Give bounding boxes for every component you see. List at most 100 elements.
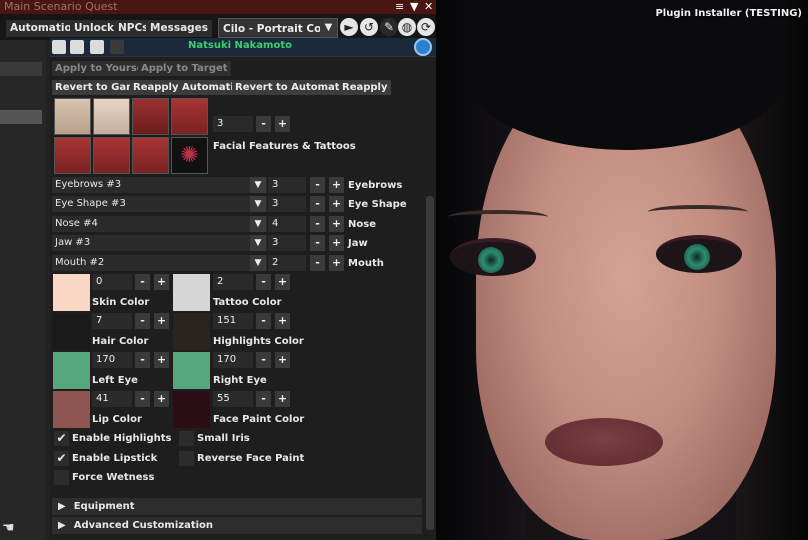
lip-color-swatch[interactable]	[53, 391, 90, 428]
jaw-plus[interactable]: +	[329, 235, 344, 251]
eye-shape-combo[interactable]: Eye Shape #3	[52, 196, 267, 212]
reverse-face-paint-checkbox[interactable]	[179, 451, 194, 466]
highlights-plus[interactable]: +	[275, 313, 290, 329]
eye-shape-plus[interactable]: +	[329, 196, 344, 212]
skin-minus[interactable]: -	[135, 274, 150, 290]
tattoo-color-value[interactable]: 2	[213, 274, 253, 290]
tattoo-thumb[interactable]: ✺	[171, 137, 208, 174]
collapse-icon[interactable]: ▼	[410, 0, 418, 13]
eye-shape-value[interactable]: 3	[268, 196, 306, 212]
sidebar-item[interactable]	[0, 62, 42, 76]
mouth-plus[interactable]: +	[329, 255, 344, 271]
face-thumb-3[interactable]	[132, 98, 169, 135]
scrollbar[interactable]	[426, 196, 434, 530]
brush-icon[interactable]: ✎	[380, 18, 398, 36]
mouth-combo[interactable]: Mouth #2	[52, 255, 267, 271]
eyebrows-value[interactable]: 3	[268, 177, 306, 193]
clipboard-icon[interactable]	[52, 40, 66, 54]
left-eye-minus[interactable]: -	[135, 352, 150, 368]
nose-value[interactable]: 4	[268, 216, 306, 232]
jaw-minus[interactable]: -	[310, 235, 325, 251]
hair-color-value[interactable]: 7	[92, 313, 132, 329]
eye-icon[interactable]	[414, 38, 432, 56]
jaw-combo[interactable]: Jaw #3	[52, 235, 267, 251]
copy-icon[interactable]	[70, 40, 84, 54]
highlights-color-swatch[interactable]	[173, 313, 210, 350]
lip-color-value[interactable]: 41	[92, 391, 132, 407]
close-icon[interactable]: ✕	[424, 0, 433, 13]
tattoo-plus[interactable]: +	[275, 274, 290, 290]
features-value[interactable]: 3	[213, 116, 253, 132]
mouth-value[interactable]: 2	[268, 255, 306, 271]
menu-icon[interactable]: ≡	[395, 0, 404, 13]
features-minus-button[interactable]: -	[256, 116, 271, 132]
skin-plus[interactable]: +	[154, 274, 169, 290]
enable-highlights-checkbox[interactable]: ✔	[54, 431, 69, 446]
tattoo-color-swatch[interactable]	[173, 274, 210, 311]
left-eye-value[interactable]: 170	[92, 352, 132, 368]
right-eye-plus[interactable]: +	[275, 352, 290, 368]
chevron-down-icon[interactable]: ▼	[250, 196, 266, 212]
chevron-down-icon[interactable]: ▼	[250, 235, 266, 251]
eyebrows-minus[interactable]: -	[310, 177, 325, 193]
mouth-minus[interactable]: -	[310, 255, 325, 271]
face-paint-plus[interactable]: +	[275, 391, 290, 407]
face-paint-swatch[interactable]	[173, 391, 210, 428]
save-icon[interactable]	[90, 40, 104, 54]
enable-lipstick-checkbox[interactable]: ✔	[54, 451, 69, 466]
nose-plus[interactable]: +	[329, 216, 344, 232]
highlights-color-value[interactable]: 151	[213, 313, 253, 329]
nose-minus[interactable]: -	[310, 216, 325, 232]
skin-color-value[interactable]: 0	[92, 274, 132, 290]
chevron-down-icon[interactable]: ▼	[250, 255, 266, 271]
feature-thumb-2[interactable]	[93, 137, 130, 174]
play-icon[interactable]: ►	[340, 18, 358, 36]
highlights-minus[interactable]: -	[256, 313, 271, 329]
eye-shape-minus[interactable]: -	[310, 196, 325, 212]
undo-icon[interactable]: ↺	[360, 18, 378, 36]
small-iris-checkbox[interactable]	[179, 431, 194, 446]
reapply-button[interactable]: Reapply	[339, 80, 391, 95]
eyebrows-label: Eyebrows	[348, 180, 403, 191]
hand-icon[interactable]: ☚	[2, 520, 15, 536]
lip-plus[interactable]: +	[154, 391, 169, 407]
hair-minus[interactable]: -	[135, 313, 150, 329]
jaw-value[interactable]: 3	[268, 235, 306, 251]
skin-color-swatch[interactable]	[53, 274, 90, 311]
hair-color-swatch[interactable]	[53, 313, 90, 350]
left-eye-swatch[interactable]	[53, 352, 90, 389]
force-wetness-checkbox[interactable]	[54, 470, 69, 485]
feature-thumb-3[interactable]	[132, 137, 169, 174]
right-eye-value[interactable]: 170	[213, 352, 253, 368]
face-thumb-2[interactable]	[93, 98, 130, 135]
equipment-section[interactable]: ▶ Equipment	[52, 498, 422, 515]
features-plus-button[interactable]: +	[275, 116, 290, 132]
sidebar-item-selected[interactable]	[0, 110, 42, 124]
feature-thumb-1[interactable]	[54, 137, 91, 174]
eyebrows-combo[interactable]: Eyebrows #3	[52, 177, 267, 193]
design-select-arrow[interactable]: ▼	[320, 19, 337, 37]
plugin-installer-label: Plugin Installer (TESTING)	[655, 8, 802, 19]
eyebrows-plus[interactable]: +	[329, 177, 344, 193]
reverse-face-paint-label: Reverse Face Paint	[197, 453, 305, 464]
advanced-customization-section[interactable]: ▶ Advanced Customization	[52, 517, 422, 534]
palette-icon[interactable]: ◍	[398, 18, 416, 36]
face-thumb-4[interactable]	[171, 98, 208, 135]
menu-messages[interactable]: Messages	[146, 20, 213, 37]
hair-plus[interactable]: +	[154, 313, 169, 329]
nose-combo[interactable]: Nose #4	[52, 216, 267, 232]
lip-minus[interactable]: -	[135, 391, 150, 407]
apply-to-target-button[interactable]: Apply to Target	[138, 61, 231, 76]
chevron-down-icon[interactable]: ▼	[250, 216, 266, 232]
right-eye-minus[interactable]: -	[256, 352, 271, 368]
right-iris	[684, 244, 710, 270]
refresh-icon[interactable]: ⟳	[417, 18, 435, 36]
face-paint-minus[interactable]: -	[256, 391, 271, 407]
face-paint-value[interactable]: 55	[213, 391, 253, 407]
right-eye-swatch[interactable]	[173, 352, 210, 389]
left-eye-plus[interactable]: +	[154, 352, 169, 368]
face-thumb-1[interactable]	[54, 98, 91, 135]
undo-icon-panel[interactable]	[110, 40, 124, 54]
tattoo-minus[interactable]: -	[256, 274, 271, 290]
chevron-down-icon[interactable]: ▼	[250, 177, 266, 193]
